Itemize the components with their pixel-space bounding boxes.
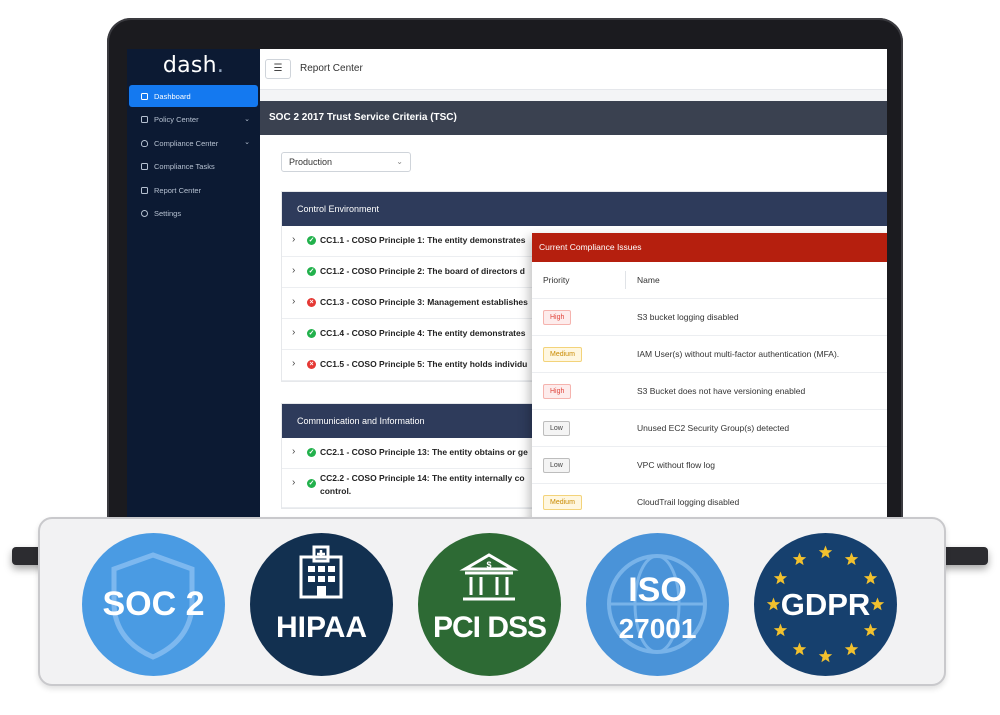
pass-icon: ✓ [307, 236, 316, 245]
star-icon [818, 545, 833, 559]
chevron-down-icon: ⌄ [244, 139, 250, 146]
iso-number: 27001 [618, 613, 697, 644]
section-title: Control Environment [282, 192, 887, 226]
sidebar-item-compliance-center[interactable]: Compliance Center ⌄ [129, 132, 258, 154]
star-icon [863, 623, 878, 637]
star-icon [863, 571, 878, 585]
chevron-right-icon[interactable]: › [292, 446, 295, 457]
iso-label: ISO [628, 571, 687, 609]
sidebar-item-label: Dashboard [154, 91, 191, 101]
pass-icon: ✓ [307, 329, 316, 338]
star-icon [792, 642, 807, 656]
pass-icon: ✓ [307, 479, 316, 488]
sidebar-item-compliance-tasks[interactable]: Compliance Tasks [129, 156, 258, 178]
pass-icon: ✓ [307, 448, 316, 457]
issue-name: Unused EC2 Security Group(s) detected [637, 423, 790, 433]
star-icon [773, 571, 788, 585]
issue-row[interactable]: Low VPC without flow log [532, 447, 887, 484]
pci-dss-badge: $ PCI DSS [418, 533, 561, 676]
environment-select[interactable]: Production ⌄ [281, 152, 411, 172]
sidebar-item-label: Compliance Center [154, 138, 219, 148]
star-icon [773, 623, 788, 637]
certification-banner: SOC 2 HIPAA $ PCI DSS ISO 27001 GDPR [38, 517, 946, 686]
priority-badge: Medium [543, 347, 582, 362]
svg-text:$: $ [486, 560, 491, 570]
checkbox-icon [141, 163, 148, 170]
sidebar-item-report-center[interactable]: Report Center [129, 179, 258, 201]
sidebar-item-label: Report Center [154, 185, 202, 195]
issue-row[interactable]: Low Unused EC2 Security Group(s) detecte… [532, 410, 887, 447]
issue-name: CloudTrail logging disabled [637, 497, 740, 507]
top-bar: ☰ Report Center [260, 49, 887, 90]
sidebar-item-label: Compliance Tasks [154, 162, 215, 171]
document-icon [141, 116, 148, 123]
column-divider [625, 271, 626, 289]
environment-value: Production [289, 157, 333, 167]
sidebar: dash. Dashboard Policy Center ⌄ Complian… [127, 49, 260, 519]
column-priority[interactable]: Priority [543, 275, 569, 285]
star-icon [792, 552, 807, 566]
chevron-right-icon[interactable]: › [292, 296, 295, 307]
chevron-down-icon: ⌄ [244, 115, 250, 123]
issue-row[interactable]: High S3 bucket logging disabled [532, 299, 887, 336]
issues-title: Current Compliance Issues [532, 233, 887, 262]
hamburger-menu-button[interactable]: ☰ [265, 59, 291, 79]
priority-badge: High [543, 310, 572, 325]
hipaa-label: HIPAA [275, 611, 368, 644]
soc2-label: SOC 2 [102, 585, 205, 623]
compliance-issues-panel: Current Compliance Issues Priority Name … [532, 233, 887, 519]
fail-icon: × [307, 298, 316, 307]
main-content: ☰ Report Center SOC 2 2017 Trust Service… [260, 49, 887, 519]
issues-table-header: Priority Name [532, 262, 887, 299]
sidebar-item-settings[interactable]: Settings [129, 203, 258, 225]
star-icon [844, 552, 859, 566]
star-icon [844, 642, 859, 656]
issue-name: IAM User(s) without multi-factor authent… [637, 349, 840, 359]
star-icon [818, 649, 833, 663]
priority-badge: Medium [543, 495, 582, 510]
app-logo[interactable]: dash. [127, 53, 260, 78]
chevron-right-icon[interactable]: › [292, 327, 295, 338]
sidebar-item-policy-center[interactable]: Policy Center ⌄ [129, 109, 258, 131]
hipaa-badge: HIPAA [250, 533, 393, 676]
chevron-down-icon: ⌄ [396, 157, 403, 166]
iso-27001-badge: ISO 27001 [586, 533, 729, 676]
issue-row[interactable]: Medium IAM User(s) without multi-factor … [532, 336, 887, 373]
hospital-icon [299, 545, 343, 599]
priority-badge: Low [543, 421, 570, 436]
folder-icon [141, 186, 148, 194]
chevron-right-icon[interactable]: › [292, 234, 295, 245]
hamburger-icon: ☰ [273, 63, 283, 74]
gdpr-label: GDPR [780, 587, 871, 622]
issue-name: S3 Bucket does not have versioning enabl… [637, 386, 806, 396]
issue-name: S3 bucket logging disabled [637, 312, 739, 322]
sidebar-nav: Dashboard Policy Center ⌄ Compliance Cen… [127, 85, 260, 226]
report-title: SOC 2 2017 Trust Service Criteria (TSC) [260, 101, 887, 135]
shield-icon [141, 139, 148, 147]
gear-icon [141, 210, 148, 217]
report-card: SOC 2 2017 Trust Service Criteria (TSC) … [260, 101, 887, 519]
fail-icon: × [307, 360, 316, 369]
soc2-badge: SOC 2 [82, 533, 225, 676]
pci-dss-label: PCI DSS [432, 611, 547, 644]
chevron-right-icon[interactable]: › [292, 265, 295, 276]
issue-row[interactable]: Medium CloudTrail logging disabled [532, 484, 887, 519]
priority-badge: High [543, 384, 572, 399]
breadcrumb: Report Center [300, 63, 363, 74]
app-screen: dash. Dashboard Policy Center ⌄ Complian… [127, 49, 887, 519]
issue-row[interactable]: High S3 Bucket does not have versioning … [532, 373, 887, 410]
gdpr-badge: GDPR [754, 533, 897, 676]
priority-badge: Low [543, 458, 570, 473]
column-name[interactable]: Name [637, 275, 660, 285]
sidebar-item-dashboard[interactable]: Dashboard [129, 85, 258, 107]
pass-icon: ✓ [307, 267, 316, 276]
chevron-right-icon[interactable]: › [292, 358, 295, 369]
monitor-icon [141, 92, 148, 100]
sidebar-item-label: Policy Center [154, 115, 199, 124]
sidebar-item-label: Settings [154, 209, 182, 218]
bank-icon: $ [459, 553, 519, 601]
issue-name: VPC without flow log [637, 460, 715, 470]
chevron-right-icon[interactable]: › [292, 477, 295, 488]
